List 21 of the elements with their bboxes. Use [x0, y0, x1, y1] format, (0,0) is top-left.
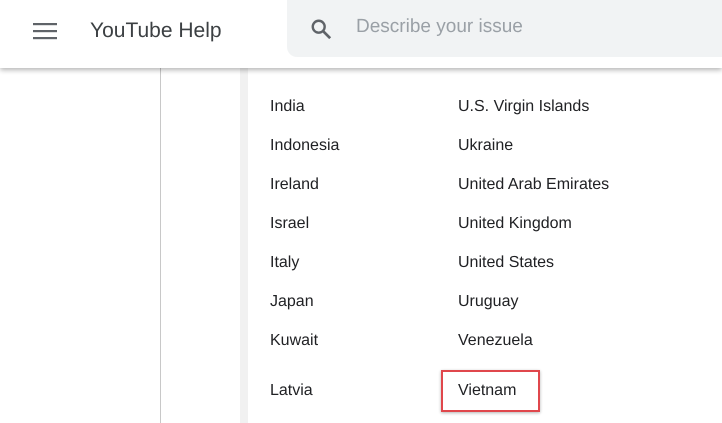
country-name: Japan — [270, 292, 314, 310]
country-name: Latvia — [270, 382, 313, 399]
country-name: United States — [458, 254, 554, 270]
country-name: Venezuela — [458, 332, 533, 348]
country-name: Ukraine — [458, 136, 514, 154]
country-name: U.S. Virgin Islands — [458, 98, 590, 114]
country-name: Italy — [270, 254, 300, 270]
country-name: Uruguay — [458, 292, 518, 310]
country-name: India — [270, 98, 305, 114]
country-name: Israel — [270, 214, 310, 232]
country-name: United Kingdom — [458, 214, 572, 232]
search-icon[interactable] — [310, 18, 332, 40]
country-name: Ireland — [270, 176, 319, 192]
search-field[interactable]: Describe your issue — [356, 8, 716, 48]
country-name: Vietnam — [441, 370, 540, 412]
country-name: Kuwait — [270, 332, 318, 348]
country-name: United Arab Emirates — [458, 176, 610, 192]
search-field[interactable]: Describe your issue — [287, 0, 722, 57]
menu-icon[interactable] — [33, 22, 57, 40]
country-name: Indonesia — [270, 136, 340, 154]
site-title[interactable]: YouTube Help — [90, 19, 222, 43]
